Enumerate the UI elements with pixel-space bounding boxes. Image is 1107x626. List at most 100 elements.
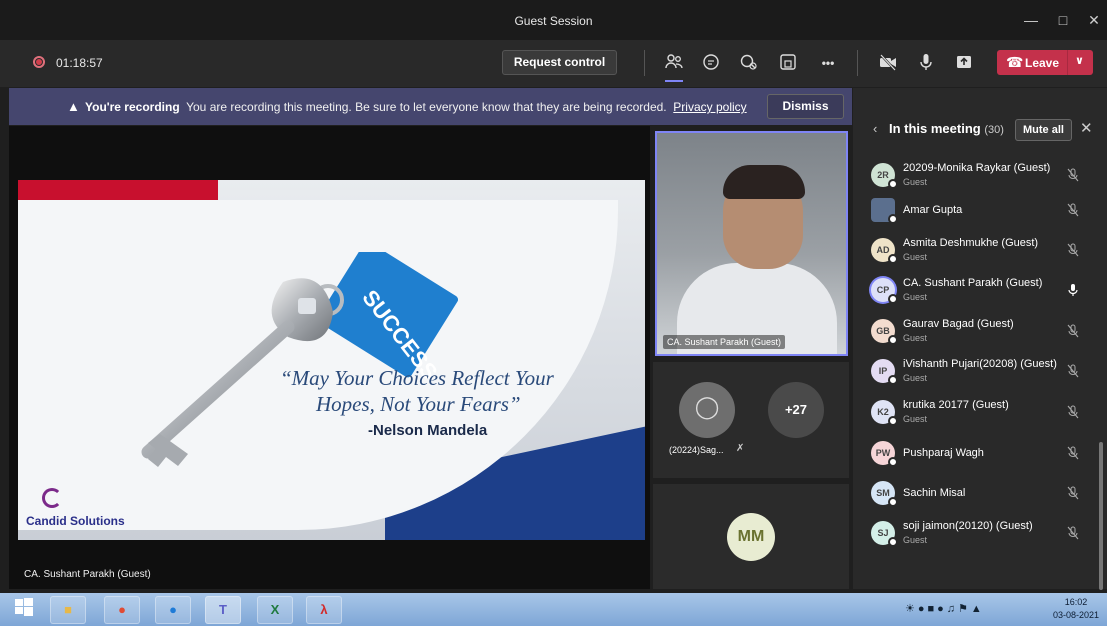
slide-logo-text: Candid Solutions — [26, 514, 125, 528]
acrobat-icon[interactable]: λ — [306, 596, 342, 624]
warning-icon: ▲ — [67, 99, 80, 114]
presence-status-icon — [888, 497, 898, 507]
participants-scrollbar[interactable] — [1099, 442, 1103, 590]
minimize-icon[interactable]: — — [1019, 10, 1043, 30]
participant-initials: AD — [876, 245, 890, 255]
participant-initials: IP — [878, 366, 888, 376]
mic-muted-icon[interactable] — [1067, 526, 1079, 543]
teams-icon[interactable]: T — [205, 596, 241, 624]
mute-all-button[interactable]: Mute all — [1015, 119, 1072, 141]
close-panel-icon[interactable]: ✕ — [1080, 119, 1093, 137]
mic-on-icon[interactable] — [1067, 283, 1079, 300]
share-screen-icon[interactable] — [953, 52, 975, 74]
chrome-icon[interactable]: ● — [104, 596, 140, 624]
participants-icon[interactable] — [663, 52, 685, 82]
people-icon — [665, 54, 683, 69]
mic-muted-icon[interactable] — [1067, 324, 1079, 341]
participant-row[interactable]: SM Sachin Misal — [862, 475, 1098, 513]
participant-name: Amar Gupta — [903, 204, 963, 216]
participant-initials: SM — [876, 488, 890, 498]
shared-slide: SUCCESS “May Your Choices Reflect Your H… — [18, 180, 645, 540]
participant-row[interactable]: IP iVishanth Pujari(20208) (Guest) Guest — [862, 353, 1098, 391]
dismiss-button[interactable]: Dismiss — [767, 94, 844, 119]
file-explorer-icon[interactable]: ■ — [50, 596, 86, 624]
participant-role: Guest — [903, 177, 928, 187]
recording-banner: ▲ You're recording You are recording thi… — [9, 88, 852, 125]
mic-icon — [920, 54, 932, 70]
participant-initials: PW — [875, 448, 891, 458]
taskbar-clock[interactable]: 16:02 03-08-2021 — [1046, 596, 1106, 622]
participant-initials: SJ — [877, 528, 889, 538]
mic-muted-icon[interactable] — [1067, 486, 1079, 503]
microphone-icon[interactable] — [915, 52, 937, 74]
chat-icon[interactable] — [700, 52, 722, 74]
participant-row[interactable]: AD Asmita Deshmukhe (Guest) Guest — [862, 232, 1098, 270]
presenter-name: CA. Sushant Parakh (Guest) — [24, 569, 151, 580]
mic-muted-icon[interactable] — [1067, 364, 1079, 381]
leave-button[interactable]: ☎ Leave ∨ — [997, 50, 1093, 75]
mic-muted-icon[interactable] — [1067, 243, 1079, 260]
participant-role: Guest — [903, 333, 928, 343]
presence-status-icon — [888, 294, 898, 304]
clock-time: 16:02 — [1064, 597, 1088, 607]
participant-role: Guest — [903, 292, 928, 302]
edge-icon[interactable]: ● — [155, 596, 191, 624]
raise-hand-icon[interactable] — [738, 52, 760, 74]
chevron-left-icon[interactable]: ‹ — [873, 121, 877, 136]
presence-status-icon — [888, 457, 898, 467]
participant-tile-name: (20224)Sag... — [669, 445, 724, 455]
presence-status-icon — [888, 416, 898, 426]
participant-row[interactable]: SJ soji jaimon(20120) (Guest) Guest — [862, 515, 1098, 553]
participant-name: krutika 20177 (Guest) — [903, 399, 1009, 411]
participant-row[interactable]: K2 krutika 20177 (Guest) Guest — [862, 394, 1098, 432]
privacy-policy-link[interactable]: Privacy policy — [673, 100, 746, 114]
participant-row[interactable]: 2R 20209-Monika Raykar (Guest) Guest — [862, 157, 1098, 195]
recording-banner-title: You're recording — [85, 100, 180, 114]
chevron-down-icon[interactable]: ∨ — [1075, 54, 1084, 67]
participant-role: Guest — [903, 252, 928, 262]
active-speaker-video[interactable]: CA. Sushant Parakh (Guest) — [655, 131, 848, 356]
participant-name: Pushparaj Wagh — [903, 447, 984, 459]
recording-icon — [33, 56, 45, 68]
video-person-hair — [723, 165, 805, 199]
mic-muted-icon[interactable] — [1067, 168, 1079, 185]
mic-muted-icon[interactable] — [1067, 203, 1079, 220]
participant-avatar: AD — [871, 238, 898, 264]
mic-off-icon: ✗ — [736, 443, 745, 454]
participant-name: soji jaimon(20120) (Guest) — [903, 520, 1033, 532]
request-control-button[interactable]: Request control — [502, 50, 617, 75]
participant-avatar: SJ — [871, 521, 898, 547]
participant-row[interactable]: Amar Gupta — [862, 192, 1098, 230]
excel-icon[interactable]: X — [257, 596, 293, 624]
participant-row[interactable]: PW Pushparaj Wagh — [862, 435, 1098, 473]
participant-role: Guest — [903, 535, 928, 545]
participant-avatar: ◯ — [679, 382, 735, 438]
upload-tray-icon — [957, 56, 971, 68]
close-icon[interactable]: ✕ — [1082, 10, 1106, 30]
more-actions-icon[interactable]: ••• — [817, 52, 839, 74]
presence-status-icon — [888, 254, 898, 264]
participant-row[interactable]: GB Gaurav Bagad (Guest) Guest — [862, 313, 1098, 351]
leave-label: Leave — [1025, 56, 1060, 70]
more-participants-badge[interactable]: +27 — [768, 382, 824, 438]
phone-hangup-icon: ☎ — [1006, 54, 1024, 70]
participant-avatar: K2 — [871, 400, 898, 426]
participants-count: (30) — [984, 124, 1004, 136]
participants-header: ‹ In this meeting (30) — [873, 121, 1004, 136]
participant-initials: GB — [876, 326, 890, 336]
leave-divider — [1067, 50, 1068, 75]
windows-start-icon[interactable] — [6, 596, 42, 624]
mic-muted-icon[interactable] — [1067, 405, 1079, 422]
participant-avatar: MM — [727, 513, 775, 561]
presence-status-icon — [888, 335, 898, 345]
system-tray-icons[interactable]: ☀●■●♫⚑▲ — [905, 602, 985, 615]
participant-row[interactable]: CP CA. Sushant Parakh (Guest) Guest — [862, 272, 1098, 310]
presence-status-icon — [888, 375, 898, 385]
meeting-timer: 01:18:57 — [56, 56, 103, 70]
mic-muted-icon[interactable] — [1067, 446, 1079, 463]
camera-off-icon[interactable] — [877, 52, 899, 74]
participant-role: Guest — [903, 414, 928, 424]
breakout-rooms-icon[interactable] — [777, 52, 799, 74]
maximize-icon[interactable]: □ — [1051, 10, 1075, 30]
participant-initials: K2 — [877, 407, 889, 417]
